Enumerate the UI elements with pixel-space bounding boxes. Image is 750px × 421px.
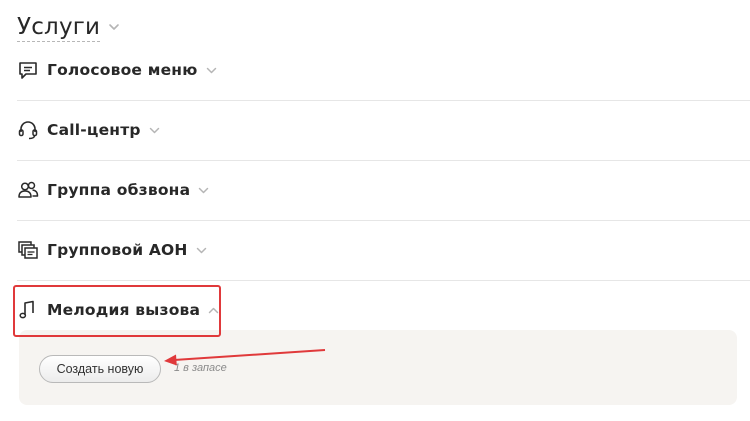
headset-icon: [17, 119, 39, 141]
section-label: Группа обзвона: [47, 181, 191, 199]
section-call-group[interactable]: Группа обзвона: [17, 160, 750, 220]
section-call-center[interactable]: Call-центр: [17, 100, 750, 160]
section-group-caller-id[interactable]: Групповой АОН: [17, 220, 750, 280]
highlight-annotation: [13, 285, 221, 337]
section-label: Голосовое меню: [47, 61, 198, 79]
section-label: Call-центр: [47, 121, 141, 139]
chevron-down-icon: [149, 127, 159, 133]
chevron-down-icon: [199, 187, 209, 193]
arrow-annotation-icon: [164, 349, 326, 366]
chat-icon: [17, 59, 39, 81]
chevron-down-icon: [196, 247, 206, 253]
chevron-down-icon: [109, 24, 120, 30]
services-page: Услуги Голосовое меню Call-центр Группа …: [0, 0, 750, 421]
create-new-button[interactable]: Создать новую: [39, 355, 161, 383]
chevron-down-icon: [206, 67, 216, 73]
page-title: Услуги: [17, 13, 101, 42]
caller-id-icon: [17, 239, 39, 261]
users-icon: [17, 179, 39, 201]
section-voice-menu[interactable]: Голосовое меню: [17, 40, 750, 100]
services-title-toggle[interactable]: Услуги: [17, 10, 120, 44]
section-label: Групповой АОН: [47, 241, 188, 259]
